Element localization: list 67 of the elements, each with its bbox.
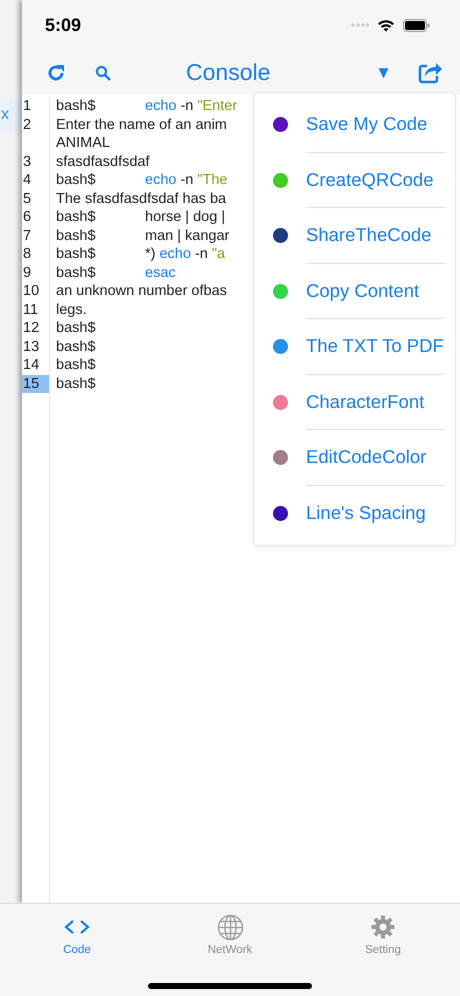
code-text: legs. bbox=[56, 300, 87, 319]
line-number: 10 bbox=[22, 282, 40, 300]
globe-icon bbox=[216, 914, 244, 940]
tab[interactable]: NetWork bbox=[154, 904, 306, 996]
code-text: *) bbox=[145, 245, 156, 264]
prompt-text: bash$ bbox=[56, 98, 96, 114]
close-button[interactable]: x bbox=[0, 98, 22, 132]
code-text: sfasdfasdfsdaf bbox=[56, 152, 150, 171]
code-text: an unknown number ofbas bbox=[56, 282, 227, 300]
search-icon[interactable] bbox=[95, 64, 111, 80]
code-icon bbox=[64, 919, 90, 935]
line-number: 5 bbox=[22, 190, 32, 208]
string-text: "The bbox=[197, 171, 228, 190]
line-number: 4 bbox=[22, 171, 32, 190]
line-number: 2 bbox=[22, 116, 32, 134]
line-number: 3 bbox=[22, 152, 32, 171]
menu-item[interactable]: EditCodeColor bbox=[306, 443, 426, 472]
line-number: 7 bbox=[22, 226, 32, 245]
wifi-icon bbox=[377, 18, 395, 32]
line-number: 1 bbox=[22, 97, 32, 116]
menu-item[interactable]: Line's Spacing bbox=[306, 499, 426, 528]
code-text: -n bbox=[180, 171, 194, 190]
code-text: man | kangar bbox=[145, 226, 230, 245]
prompt-text: bash$ bbox=[56, 209, 96, 225]
menu-item[interactable]: ShareTheCode bbox=[306, 221, 432, 250]
dropdown-toggle[interactable]: ▼ bbox=[375, 60, 392, 86]
menu-item[interactable]: Copy Content bbox=[306, 276, 420, 305]
tab[interactable]: Code bbox=[0, 904, 154, 996]
tab[interactable]: Setting bbox=[306, 904, 460, 996]
keyword-text: echo bbox=[145, 171, 176, 190]
string-text: "a bbox=[212, 245, 226, 264]
signal-icon bbox=[351, 23, 369, 27]
code-text: -n bbox=[194, 245, 208, 264]
prompt-text: bash$ bbox=[56, 376, 96, 392]
line-number: 6 bbox=[22, 208, 32, 226]
menu-item[interactable]: CreateQRCode bbox=[306, 166, 434, 194]
battery-icon bbox=[403, 18, 430, 32]
share-icon[interactable] bbox=[418, 61, 442, 84]
line-number: 12 bbox=[22, 319, 40, 338]
status-time: 5:09 bbox=[45, 14, 82, 36]
keyword-text: echo bbox=[159, 245, 191, 264]
menu-item[interactable]: The TXT To PDF bbox=[306, 332, 444, 360]
line-number: 11 bbox=[22, 300, 40, 319]
prompt-text: bash$ bbox=[56, 246, 96, 262]
keyword-text: esac bbox=[145, 264, 176, 282]
line-number: 14 bbox=[22, 356, 40, 374]
refresh-icon[interactable] bbox=[46, 62, 66, 82]
menu-item[interactable]: CharacterFont bbox=[306, 388, 424, 416]
code-text: Enter the name of an anim bbox=[56, 116, 227, 134]
line-number: 8 bbox=[22, 245, 32, 264]
code-text: horse | dog | bbox=[145, 208, 226, 226]
string-text: "Enter bbox=[197, 97, 238, 116]
menu-item[interactable]: Save My Code bbox=[306, 110, 428, 138]
line-number: 15 bbox=[22, 374, 49, 393]
prompt-text: bash$ bbox=[56, 172, 96, 188]
prompt-text: bash$ bbox=[56, 264, 96, 280]
code-text: -n bbox=[180, 97, 194, 116]
prompt-text: bash$ bbox=[56, 228, 96, 244]
prompt-text: bash$ bbox=[56, 357, 96, 373]
prompt-text: bash$ bbox=[56, 320, 96, 336]
code-text: ANIMAL bbox=[56, 134, 110, 152]
line-number: 9 bbox=[22, 264, 32, 282]
code-text: The sfasdfasdfsdaf has ba bbox=[56, 190, 226, 208]
window-title: Console bbox=[186, 58, 270, 88]
keyword-text: echo bbox=[145, 97, 176, 116]
prompt-text: bash$ bbox=[56, 338, 96, 354]
line-number: 13 bbox=[22, 338, 40, 356]
